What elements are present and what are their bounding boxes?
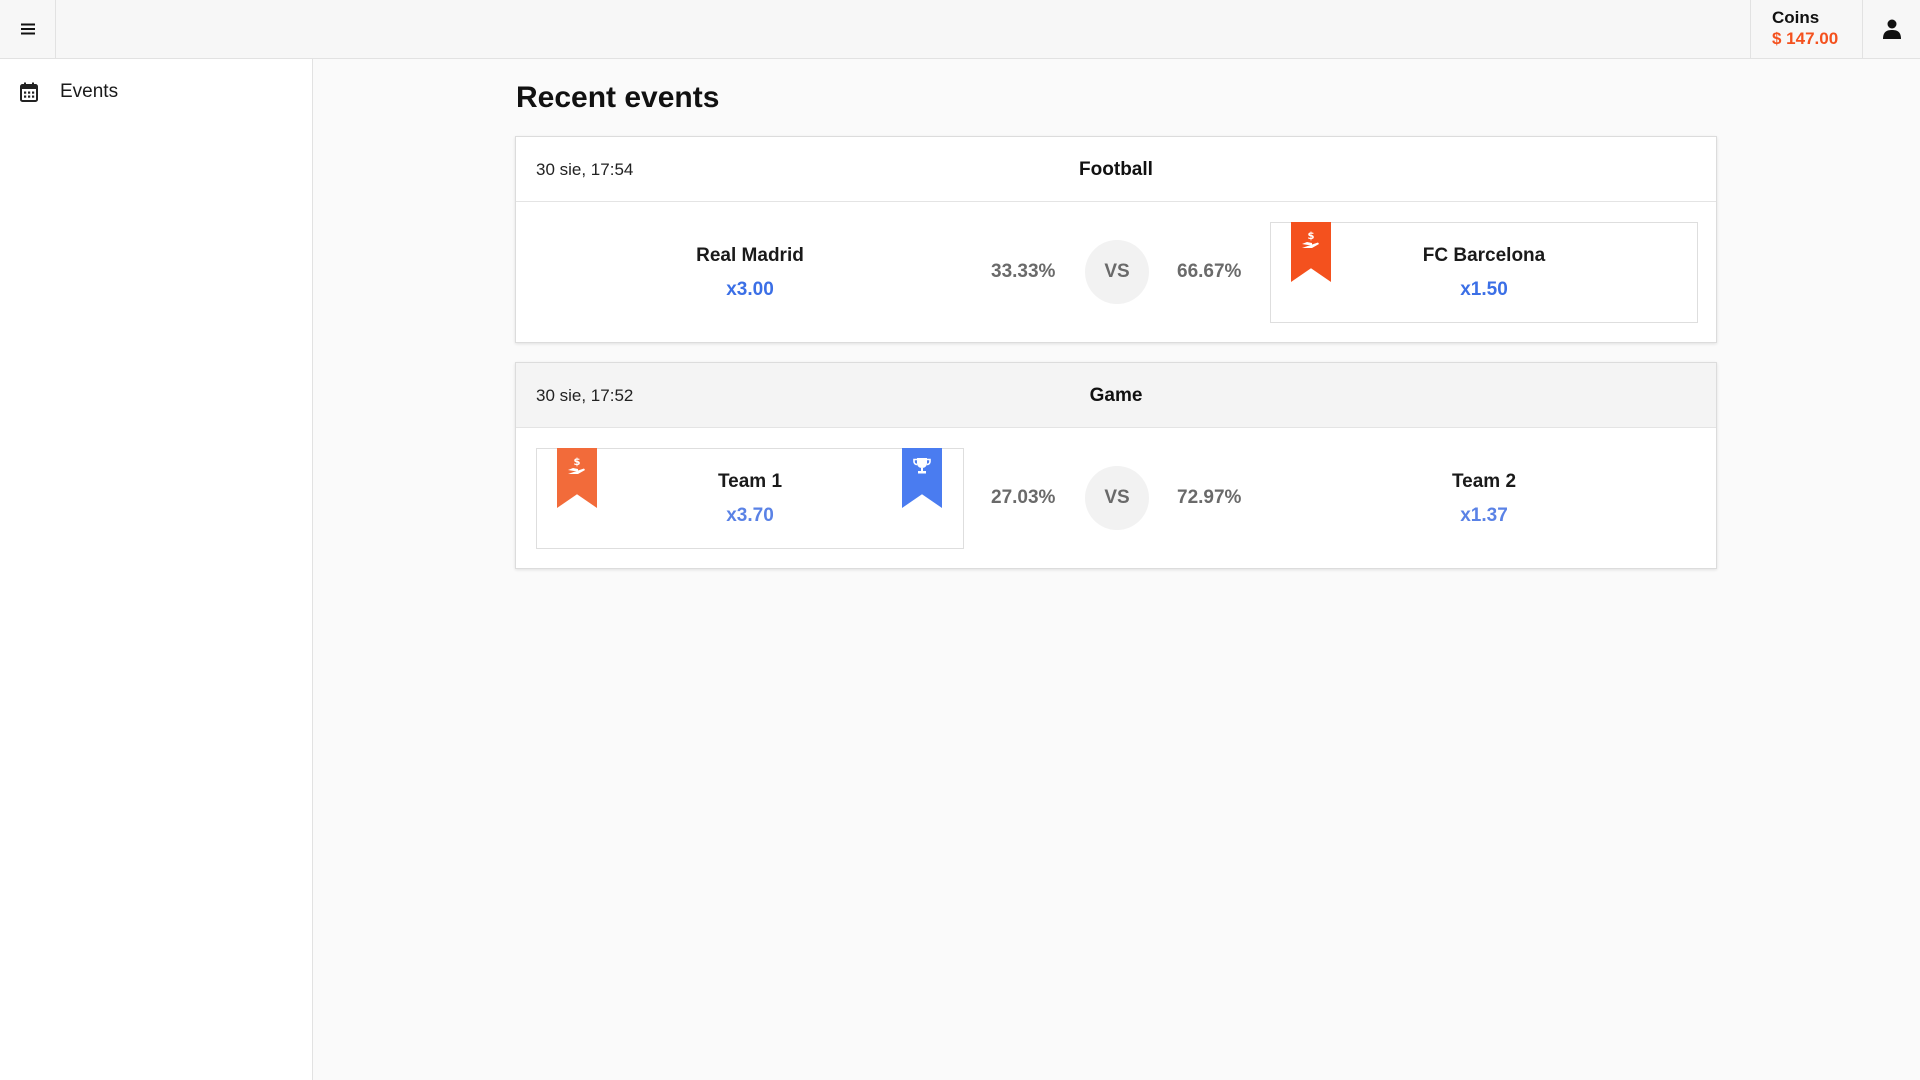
event-card[interactable]: 30 sie, 17:54 Football Real Madrid x3.00… bbox=[515, 136, 1717, 343]
svg-text:$: $ bbox=[1308, 231, 1315, 242]
coins-value: $ 147.00 bbox=[1772, 29, 1839, 48]
team-odds: x1.50 bbox=[1460, 279, 1508, 300]
event-category: Game bbox=[1089, 384, 1143, 406]
team-odds: x3.00 bbox=[726, 279, 774, 300]
team-name: Real Madrid bbox=[696, 245, 804, 266]
event-body: Real Madrid x3.00 33.33% VS 66.67% $ FC … bbox=[516, 202, 1716, 342]
vs-badge: VS bbox=[1085, 466, 1149, 530]
team-odds: x1.37 bbox=[1460, 505, 1508, 526]
team-left[interactable]: Real Madrid x3.00 bbox=[536, 222, 964, 323]
hamburger-menu-icon bbox=[20, 23, 35, 35]
team-name: Team 1 bbox=[717, 471, 783, 492]
team-name: FC Barcelona bbox=[1422, 245, 1546, 266]
team-name: Team 2 bbox=[1451, 471, 1517, 492]
sidebar-item-events[interactable]: Events bbox=[0, 59, 312, 125]
sidebar-item-label: Events bbox=[60, 81, 119, 102]
team-odds: x3.70 bbox=[726, 505, 774, 526]
sidebar: Events bbox=[0, 59, 313, 1080]
team-right-percent: 72.97% bbox=[1177, 487, 1242, 508]
team-left-percent: 33.33% bbox=[991, 261, 1056, 282]
coins-label: Coins bbox=[1772, 8, 1820, 27]
page-title: Recent events bbox=[516, 81, 720, 114]
event-category: Football bbox=[1079, 158, 1153, 180]
event-card[interactable]: 30 sie, 17:52 Game $ Team 1 x3.70 27.03%… bbox=[515, 362, 1717, 569]
menu-button[interactable] bbox=[0, 0, 56, 58]
winner-ribbon bbox=[902, 448, 942, 508]
event-header: 30 sie, 17:52 Game bbox=[516, 363, 1716, 428]
event-body: $ Team 1 x3.70 27.03% VS 72.97% Team 2 x… bbox=[516, 428, 1716, 568]
top-bar: Coins $ 147.00 bbox=[0, 0, 1920, 59]
svg-text:$: $ bbox=[574, 457, 581, 468]
team-right[interactable]: $ FC Barcelona x1.50 bbox=[1270, 222, 1698, 323]
team-right[interactable]: Team 2 x1.37 bbox=[1270, 448, 1698, 549]
coins-balance: Coins $ 147.00 bbox=[1750, 0, 1862, 58]
team-left[interactable]: $ Team 1 x3.70 bbox=[536, 448, 964, 549]
vs-badge: VS bbox=[1085, 240, 1149, 304]
calendar-icon bbox=[19, 82, 39, 102]
trophy-icon bbox=[913, 458, 931, 474]
user-button[interactable] bbox=[1862, 0, 1920, 58]
team-right-percent: 66.67% bbox=[1177, 261, 1242, 282]
user-icon bbox=[1882, 19, 1901, 39]
event-header: 30 sie, 17:54 Football bbox=[516, 137, 1716, 202]
team-left-percent: 27.03% bbox=[991, 487, 1056, 508]
